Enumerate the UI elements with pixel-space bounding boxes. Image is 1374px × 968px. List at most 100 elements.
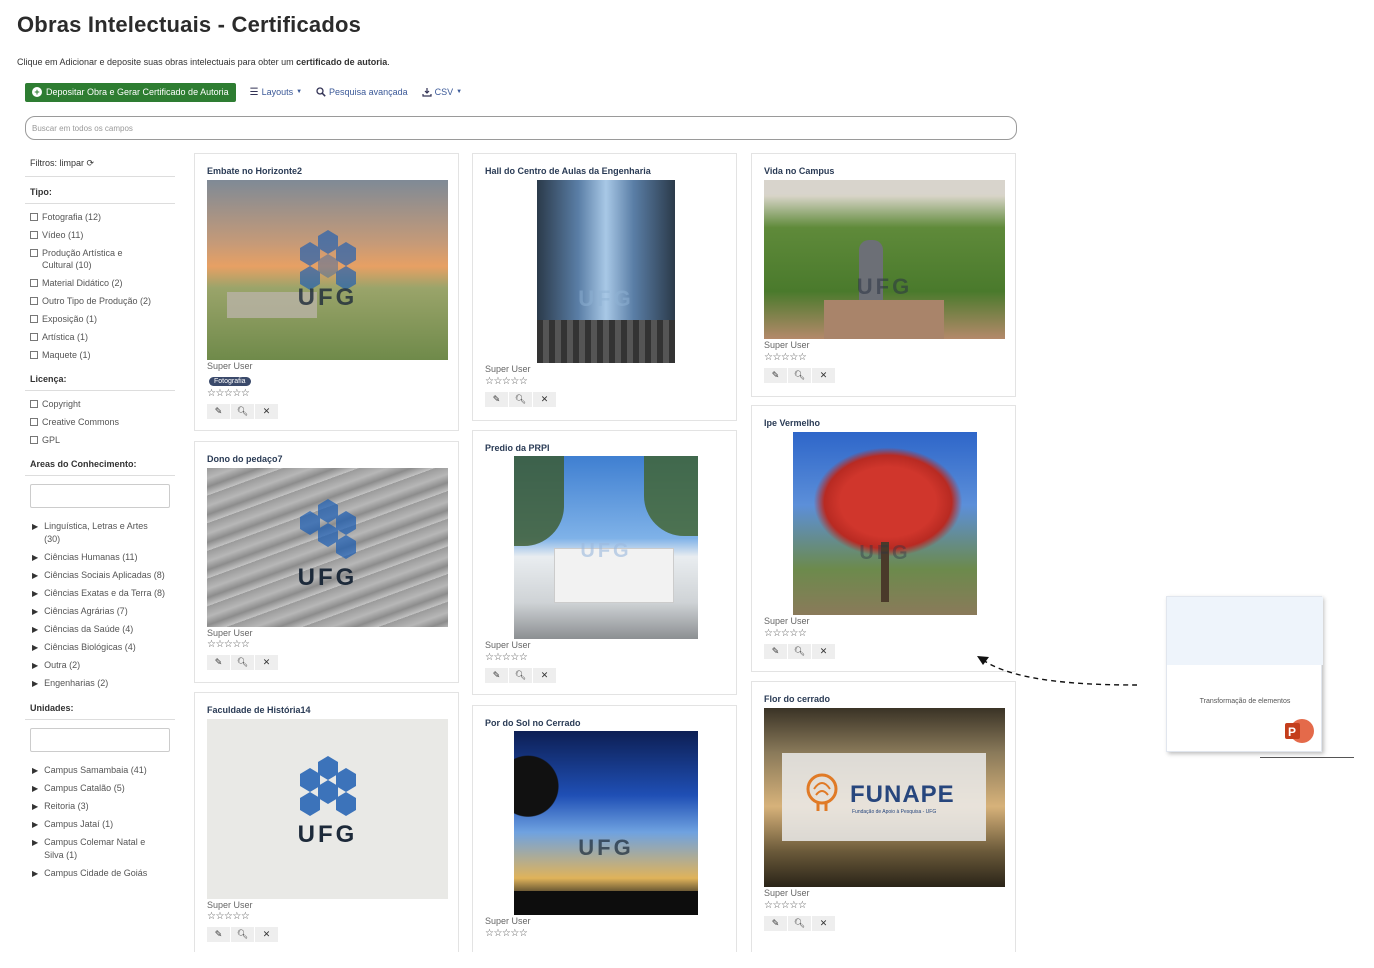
work-card[interactable]: Por do Sol no Cerrado UFG Super User ☆☆☆… [472, 705, 737, 952]
filter-licenca-gpl[interactable]: GPL [25, 431, 175, 449]
card-thumbnail[interactable]: UFG [793, 432, 977, 615]
rating-stars[interactable]: ☆☆☆☆☆ [207, 639, 250, 650]
work-card[interactable]: Predio da PRPI UFG Super User ☆☆☆☆☆ ✎ 🔍︎ ✕ [472, 430, 737, 695]
close-icon[interactable]: ✕ [812, 644, 836, 659]
filters-clear-link[interactable]: Filtros: limpar ⟳ [25, 153, 175, 177]
filter-tipo-fotografia[interactable]: Fotografia (12) [25, 208, 175, 226]
filter-tipo-material-didatico[interactable]: Material Didático (2) [25, 274, 175, 292]
checkbox[interactable] [30, 333, 38, 341]
tree-item-unidade[interactable]: ▶ Campus Colemar Natal e Silva (1) [25, 834, 175, 865]
close-icon[interactable]: ✕ [812, 368, 836, 383]
card-title[interactable]: Por do Sol no Cerrado [485, 718, 581, 728]
checkbox[interactable] [30, 436, 38, 444]
search-icon[interactable]: 🔍︎ [788, 644, 812, 659]
edit-icon[interactable]: ✎ [485, 392, 509, 407]
checkbox[interactable] [30, 351, 38, 359]
expand-arrow-icon[interactable]: ▶ [32, 818, 38, 831]
tree-item-area[interactable]: ▶ Ciências Humanas (11) [25, 549, 175, 567]
expand-arrow-icon[interactable]: ▶ [32, 836, 38, 862]
tree-item-area[interactable]: ▶ Ciências Exatas e da Terra (8) [25, 585, 175, 603]
ppt-transition-thumbnail[interactable]: Transformação de elementos P [1166, 596, 1323, 752]
expand-arrow-icon[interactable]: ▶ [32, 764, 38, 777]
edit-icon[interactable]: ✎ [764, 916, 788, 931]
search-icon[interactable]: 🔍︎ [231, 927, 255, 942]
expand-arrow-icon[interactable]: ▶ [32, 659, 38, 672]
filter-tipo-video[interactable]: Vídeo (11) [25, 226, 175, 244]
tree-item-unidade[interactable]: ▶ Campus Catalão (5) [25, 780, 175, 798]
checkbox[interactable] [30, 249, 38, 257]
search-icon[interactable]: 🔍︎ [231, 655, 255, 670]
tree-item-area[interactable]: ▶ Ciências da Saúde (4) [25, 621, 175, 639]
search-icon[interactable]: 🔍︎ [509, 668, 533, 683]
rating-stars[interactable]: ☆☆☆☆☆ [485, 652, 528, 663]
tree-item-area[interactable]: ▶ Engenharias (2) [25, 675, 175, 693]
tree-item-unidade[interactable]: ▶ Reitoria (3) [25, 798, 175, 816]
close-icon[interactable]: ✕ [255, 927, 279, 942]
work-card[interactable]: Faculdade de História14 UFG Super User ☆… [194, 692, 459, 952]
card-thumbnail[interactable]: UFG [537, 180, 675, 363]
rating-stars[interactable]: ☆☆☆☆☆ [764, 628, 807, 639]
rating-stars[interactable]: ☆☆☆☆☆ [485, 928, 528, 939]
csv-dropdown[interactable]: CSV ▼ [422, 87, 462, 97]
unidades-filter-input[interactable] [30, 728, 170, 752]
checkbox[interactable] [30, 297, 38, 305]
tree-item-area[interactable]: ▶ Linguística, Letras e Artes (30) [25, 518, 175, 549]
search-icon[interactable]: 🔍︎ [788, 916, 812, 931]
card-thumbnail[interactable]: UFG [514, 731, 698, 915]
checkbox[interactable] [30, 213, 38, 221]
card-thumbnail[interactable]: UFG [514, 456, 698, 639]
tree-item-area[interactable]: ▶ Outra (2) [25, 657, 175, 675]
checkbox[interactable] [30, 418, 38, 426]
card-title[interactable]: Dono do pedaço7 [207, 454, 283, 464]
work-card[interactable]: Hall do Centro de Aulas da Engenharia UF… [472, 153, 737, 421]
close-icon[interactable]: ✕ [255, 655, 279, 670]
tree-item-unidade[interactable]: ▶ Campus Samambaia (41) [25, 762, 175, 780]
card-title[interactable]: Faculdade de História14 [207, 705, 311, 715]
close-icon[interactable]: ✕ [255, 404, 279, 419]
rating-stars[interactable]: ☆☆☆☆☆ [764, 352, 807, 363]
card-thumbnail[interactable]: FUNAPE Fundação de Apoio à Pesquisa - UF… [764, 708, 1005, 887]
advanced-search-link[interactable]: Pesquisa avançada [316, 87, 408, 97]
card-title[interactable]: Predio da PRPI [485, 443, 550, 453]
checkbox[interactable] [30, 400, 38, 408]
close-icon[interactable]: ✕ [533, 392, 557, 407]
tree-item-unidade[interactable]: ▶ Campus Jataí (1) [25, 816, 175, 834]
work-card[interactable]: Dono do pedaço7 UFG Super User ☆☆☆☆☆ ✎ 🔍︎… [194, 441, 459, 683]
expand-arrow-icon[interactable]: ▶ [32, 551, 38, 564]
card-title[interactable]: Embate no Horizonte2 [207, 166, 302, 176]
card-title[interactable]: Flor do cerrado [764, 694, 830, 704]
card-title[interactable]: Vida no Campus [764, 166, 834, 176]
rating-stars[interactable]: ☆☆☆☆☆ [764, 900, 807, 911]
filter-tipo-maquete[interactable]: Maquete (1) [25, 346, 175, 364]
expand-arrow-icon[interactable]: ▶ [32, 587, 38, 600]
search-icon[interactable]: 🔍︎ [509, 392, 533, 407]
search-icon[interactable]: 🔍︎ [788, 368, 812, 383]
close-icon[interactable]: ✕ [812, 916, 836, 931]
work-card[interactable]: Vida no Campus UFG Super User ☆☆☆☆☆ ✎ 🔍︎ ✕ [751, 153, 1016, 397]
edit-icon[interactable]: ✎ [485, 668, 509, 683]
expand-arrow-icon[interactable]: ▶ [32, 641, 38, 654]
card-thumbnail[interactable]: UFG [207, 180, 448, 360]
filter-tipo-producao-artistica[interactable]: Produção Artística e Cultural (10) [25, 244, 175, 274]
rating-stars[interactable]: ☆☆☆☆☆ [485, 376, 528, 387]
layouts-dropdown[interactable]: ☰ Layouts ▼ [250, 87, 302, 98]
expand-arrow-icon[interactable]: ▶ [32, 569, 38, 582]
work-card[interactable]: Embate no Horizonte2 UFG Super User Foto… [194, 153, 459, 431]
edit-icon[interactable]: ✎ [764, 368, 788, 383]
deposit-button[interactable]: + Depositar Obra e Gerar Certificado de … [25, 82, 236, 102]
checkbox[interactable] [30, 231, 38, 239]
edit-icon[interactable]: ✎ [207, 655, 231, 670]
close-icon[interactable]: ✕ [533, 668, 557, 683]
search-icon[interactable]: 🔍︎ [231, 404, 255, 419]
expand-arrow-icon[interactable]: ▶ [32, 623, 38, 636]
filter-tipo-exposicao[interactable]: Exposição (1) [25, 310, 175, 328]
card-title[interactable]: Hall do Centro de Aulas da Engenharia [485, 166, 651, 176]
checkbox[interactable] [30, 279, 38, 287]
tree-item-unidade[interactable]: ▶ Campus Cidade de Goiás [25, 865, 175, 883]
work-card[interactable]: Ipe Vermelho UFG Super User ☆☆☆☆☆ ✎ 🔍︎ ✕ [751, 405, 1016, 672]
expand-arrow-icon[interactable]: ▶ [32, 867, 38, 880]
filter-licenca-copyright[interactable]: Copyright [25, 395, 175, 413]
checkbox[interactable] [30, 315, 38, 323]
tree-item-area[interactable]: ▶ Ciências Agrárias (7) [25, 603, 175, 621]
edit-icon[interactable]: ✎ [207, 404, 231, 419]
